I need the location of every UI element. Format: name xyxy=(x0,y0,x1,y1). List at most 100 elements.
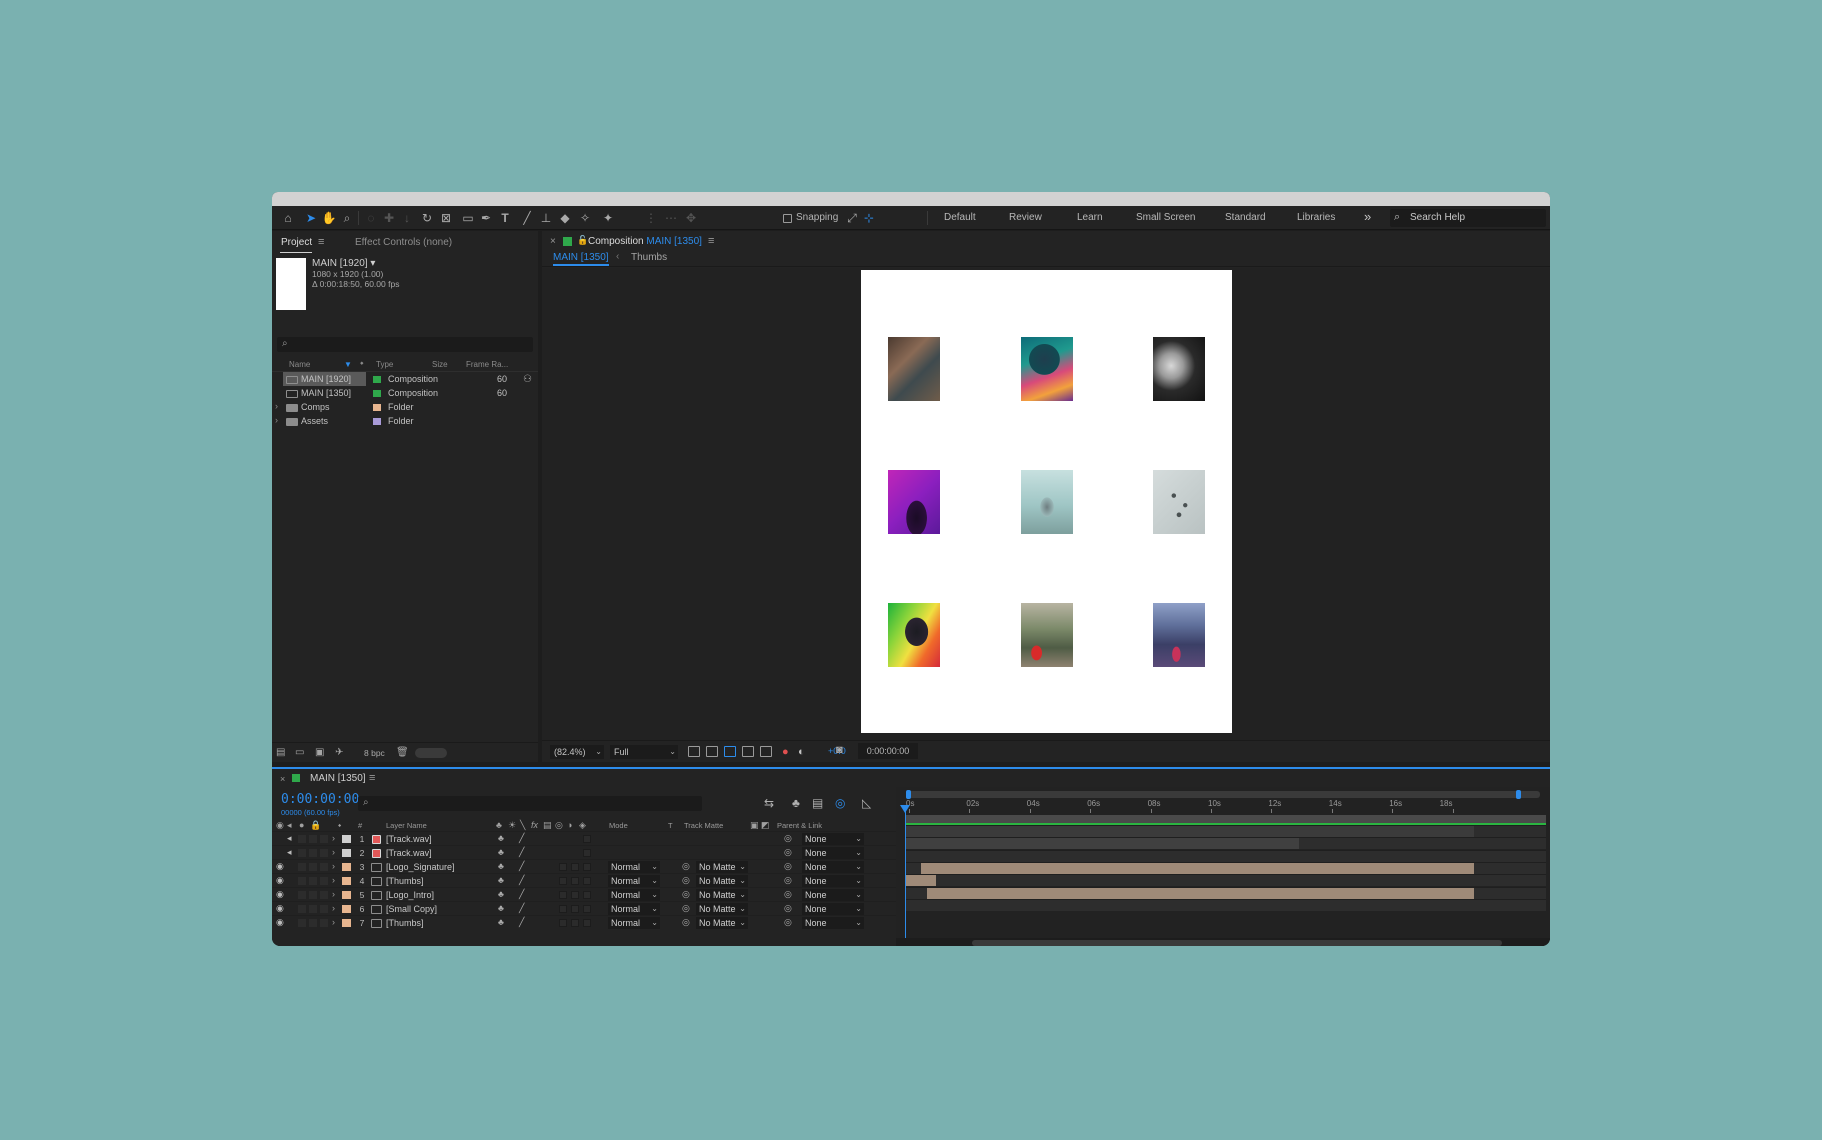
quality-switch-icon[interactable]: ╱ xyxy=(519,903,524,914)
column-frame-rate[interactable]: Frame Ra... xyxy=(466,360,508,369)
viewer-timecode[interactable]: 0:00:00:00 xyxy=(858,743,918,759)
render-queue-icon[interactable]: ✈ xyxy=(335,747,343,758)
blend-mode-dropdown[interactable]: Normal ⌄ xyxy=(608,917,660,929)
quality-switch-icon[interactable]: ╱ xyxy=(519,861,524,872)
layer-track[interactable] xyxy=(906,886,1546,899)
layer-switch-box[interactable] xyxy=(309,905,317,913)
graph-editor-icon[interactable]: ◺ xyxy=(862,796,871,810)
timeline-graph-area[interactable]: 0s 02s 04s 06s 08s 10s 12s 14s 16s 18s xyxy=(896,787,1550,946)
parent-pick-whip-icon[interactable]: ◎ xyxy=(784,903,792,914)
snap-edges-icon[interactable]: ⤢ xyxy=(843,209,861,227)
layer-row[interactable]: ◉ › 4 [Thumbs] ♣ ╱ Normal ⌄ ◎ No Matte ⌄ ◎ None ⌄ xyxy=(272,873,896,887)
search-help-field[interactable]: ⌕ Search Help xyxy=(1390,209,1546,227)
parent-pick-whip-icon[interactable]: ◎ xyxy=(784,847,792,858)
eye-icon[interactable]: ◉ xyxy=(276,820,284,831)
layer-row[interactable]: ◉ › 5 [Logo_Intro] ♣ ╱ Normal ⌄ ◎ No Matte ⌄ ◎ None ⌄ xyxy=(272,887,896,901)
parent-dropdown[interactable]: None ⌄ xyxy=(802,833,864,845)
brush-tool-icon[interactable]: ╱ xyxy=(518,209,536,227)
pick-whip-icon[interactable]: ◎ xyxy=(682,917,690,928)
type-tool-icon[interactable]: T xyxy=(496,209,514,227)
label-color-swatch[interactable] xyxy=(342,905,351,913)
layer-track[interactable] xyxy=(906,837,1546,850)
channel-icon[interactable]: ● xyxy=(782,745,789,759)
workspace-review[interactable]: Review xyxy=(1009,211,1042,225)
project-item[interactable]: › Assets Folder xyxy=(272,414,538,429)
label-color-swatch[interactable] xyxy=(373,376,381,383)
layer-switch-box[interactable] xyxy=(320,877,328,885)
layer-track[interactable] xyxy=(906,861,1546,874)
layer-switch-box[interactable] xyxy=(571,905,579,913)
shy-layers-icon[interactable]: ♣ xyxy=(792,796,800,810)
layer-search-input[interactable]: ⌕ xyxy=(358,796,702,811)
scrollbar-thumb[interactable] xyxy=(972,940,1502,946)
quality-switch-icon[interactable]: ╱ xyxy=(519,847,524,858)
column-track-matte[interactable]: Track Matte xyxy=(684,821,723,830)
zoom-tool-icon[interactable]: ⌕ xyxy=(338,209,356,227)
shy-switch-icon[interactable]: ♣ xyxy=(498,875,504,885)
parent-pick-whip-icon[interactable]: ◎ xyxy=(784,917,792,928)
thumbnail-abstract-colors[interactable] xyxy=(1021,337,1073,401)
layer-switch-box[interactable] xyxy=(309,849,317,857)
fast-previews-icon[interactable] xyxy=(688,746,700,757)
audio-icon[interactable]: ◂ xyxy=(287,847,292,858)
switches-fx-icon[interactable]: fx xyxy=(531,820,538,830)
hand-tool-icon[interactable]: ✋ xyxy=(320,209,338,227)
layer-switch-box[interactable] xyxy=(571,877,579,885)
project-item[interactable]: › Comps Folder xyxy=(272,400,538,415)
column-parent-link[interactable]: Parent & Link xyxy=(777,821,822,830)
guides-options-icon[interactable] xyxy=(760,746,772,757)
layer-duration-bar[interactable] xyxy=(906,838,1299,850)
label-color-swatch[interactable] xyxy=(342,891,351,899)
selection-tool-icon[interactable]: ➤ xyxy=(302,209,320,227)
switches-quality-icon[interactable]: ╲ xyxy=(520,820,525,831)
close-icon[interactable]: × xyxy=(550,236,556,247)
composition-canvas[interactable] xyxy=(542,268,1550,740)
pen-tool-icon[interactable]: ✒ xyxy=(477,209,495,227)
twirl-chevron-icon[interactable]: › xyxy=(275,415,278,425)
layer-switch-box[interactable] xyxy=(298,849,306,857)
region-of-interest-icon[interactable] xyxy=(742,746,754,757)
selected-item-name[interactable]: MAIN [1920] ▾ xyxy=(312,258,375,269)
home-icon[interactable]: ⌂ xyxy=(279,209,297,227)
layer-switch-box[interactable] xyxy=(583,877,591,885)
lock-icon[interactable]: 🔓 xyxy=(577,235,588,246)
panel-menu-icon[interactable]: ≡ xyxy=(369,772,375,784)
solo-icon[interactable]: ● xyxy=(299,820,304,830)
transparency-grid-icon[interactable] xyxy=(706,746,718,757)
workspace-standard[interactable]: Standard xyxy=(1225,211,1266,225)
align-icon[interactable]: ⋮ xyxy=(642,209,660,227)
resolution-dropdown[interactable]: Full ⌄ xyxy=(610,745,678,759)
parent-dropdown[interactable]: None ⌄ xyxy=(802,875,864,887)
label-color-swatch[interactable] xyxy=(373,418,381,425)
layer-duration-bar[interactable] xyxy=(906,826,1474,837)
workspace-small-screen[interactable]: Small Screen xyxy=(1136,211,1195,225)
layer-switch-box[interactable] xyxy=(320,835,328,843)
layer-switch-box[interactable] xyxy=(559,919,567,927)
twirl-chevron-icon[interactable]: › xyxy=(332,903,335,913)
matte-toggle-icon[interactable]: ▣ xyxy=(750,820,759,831)
layer-switch-box[interactable] xyxy=(320,905,328,913)
layer-switch-box[interactable] xyxy=(320,863,328,871)
orbit-camera-icon[interactable]: ◌ xyxy=(362,209,380,227)
layer-duration-bar[interactable] xyxy=(921,862,1474,874)
layer-switch-box[interactable] xyxy=(309,863,317,871)
quality-switch-icon[interactable]: ╱ xyxy=(519,875,524,886)
audio-icon[interactable]: ◂ xyxy=(287,820,292,831)
workspace-learn[interactable]: Learn xyxy=(1077,211,1103,225)
rotation-tool-icon[interactable]: ↻ xyxy=(418,209,436,227)
layer-switch-box[interactable] xyxy=(559,905,567,913)
motion-blur-icon[interactable]: ◎ xyxy=(835,796,845,810)
eye-icon[interactable]: ◉ xyxy=(276,889,284,900)
time-navigator-end-handle[interactable] xyxy=(1516,790,1521,799)
twirl-chevron-icon[interactable]: › xyxy=(332,875,335,885)
track-matte-dropdown[interactable]: No Matte ⌄ xyxy=(696,875,748,887)
track-matte-dropdown[interactable]: No Matte ⌄ xyxy=(696,861,748,873)
snapping-checkbox[interactable] xyxy=(783,214,792,223)
layer-switch-box[interactable] xyxy=(320,891,328,899)
layer-switch-box[interactable] xyxy=(559,863,567,871)
layer-switch-box[interactable] xyxy=(320,919,328,927)
layer-switch-box[interactable] xyxy=(571,863,579,871)
column-type[interactable]: Type xyxy=(376,360,393,369)
switches-adjustment-icon[interactable]: ◑ xyxy=(567,820,572,830)
pan-behind-tool-icon[interactable]: ⊠ xyxy=(437,209,455,227)
